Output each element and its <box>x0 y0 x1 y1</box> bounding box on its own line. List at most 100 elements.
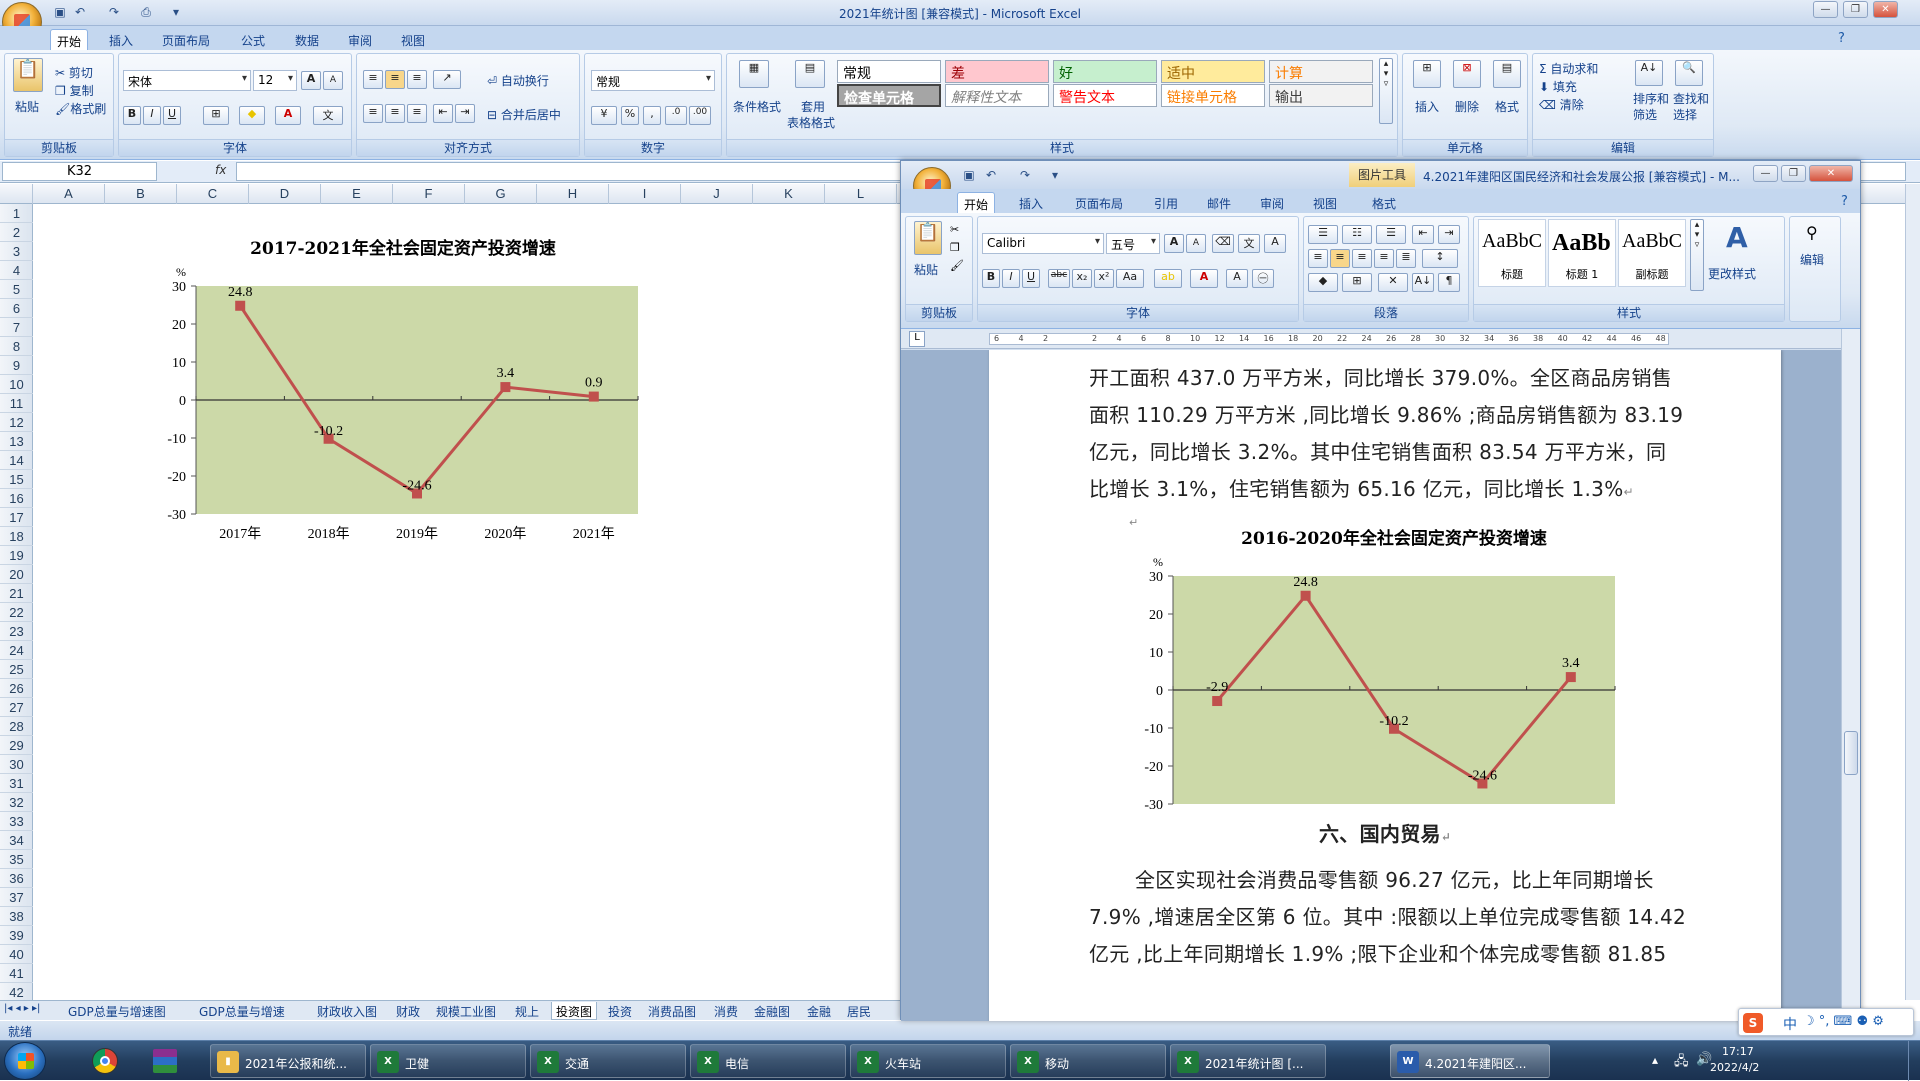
word-tab-home[interactable]: 开始 <box>957 192 996 213</box>
row-header[interactable]: 4 <box>0 261 33 280</box>
sheet-tab[interactable]: 投资图 <box>551 1002 598 1020</box>
align-left-icon[interactable]: ≡ <box>363 104 383 123</box>
word-minimize-button[interactable]: — <box>1753 165 1778 182</box>
char-shading-icon[interactable]: A <box>1226 269 1248 288</box>
restore-button[interactable]: ❐ <box>1843 1 1868 18</box>
font-color-icon[interactable]: A <box>275 106 301 125</box>
row-header[interactable]: 38 <box>0 907 33 926</box>
word-qat-dropdown-icon[interactable]: ▾ <box>1047 168 1063 183</box>
scrollbar-thumb[interactable] <box>1844 731 1858 775</box>
row-header[interactable]: 32 <box>0 793 33 812</box>
delete-cells-button[interactable]: 删除 <box>1455 98 1479 115</box>
row-header[interactable]: 41 <box>0 964 33 983</box>
increase-decimal-icon[interactable]: .0 <box>665 106 687 125</box>
word-save-icon[interactable]: ▣ <box>961 168 977 183</box>
enclose-char-icon[interactable]: ㊀ <box>1252 269 1274 288</box>
word-tab-format[interactable]: 格式 <box>1366 192 1402 213</box>
show-desktop-button[interactable] <box>1908 1041 1920 1081</box>
row-header[interactable]: 33 <box>0 812 33 831</box>
horizontal-ruler[interactable]: L 6 4 2 2 4 6 8 10 12 14 16 18 20 22 24 26 28 30 32 34 36 38 4… <box>901 329 1860 349</box>
row-header[interactable]: 16 <box>0 489 33 508</box>
taskbar-task[interactable]: ▮ 2021年公报和统... <box>210 1044 366 1078</box>
table-format-button-2[interactable]: 表格格式 <box>787 114 835 131</box>
row-header[interactable]: 24 <box>0 641 33 660</box>
sort-filter-button-2[interactable]: 筛选 <box>1633 106 1657 123</box>
align-right-icon[interactable]: ≡ <box>407 104 427 123</box>
word-italic-button[interactable]: I <box>1002 269 1020 288</box>
name-box[interactable]: K32 <box>2 162 157 181</box>
sheet-tab[interactable]: 投资 <box>604 1002 636 1020</box>
sort-icon[interactable]: A↓ <box>1412 273 1434 292</box>
word-format-painter-icon[interactable]: 🖌 <box>950 259 964 272</box>
underline-button[interactable]: U <box>163 106 181 125</box>
minimize-button[interactable]: — <box>1813 1 1838 18</box>
cell-style-swatch[interactable]: 差 <box>945 60 1049 83</box>
show-hidden-icons[interactable]: ▴ <box>1652 1053 1658 1067</box>
char-border-icon[interactable]: A <box>1264 234 1286 253</box>
save-icon[interactable]: ▣ <box>52 5 68 20</box>
cell-style-swatch[interactable]: 常规 <box>837 60 941 83</box>
justify-icon[interactable]: ≡ <box>1374 249 1394 268</box>
row-header[interactable]: 30 <box>0 755 33 774</box>
paste-button[interactable]: 粘贴 <box>15 98 39 115</box>
insert-cells-icon[interactable]: ⊞ <box>1413 60 1441 88</box>
align-top-icon[interactable]: ≡ <box>363 70 383 89</box>
word-tab-view[interactable]: 视图 <box>1307 192 1343 213</box>
row-header[interactable]: 27 <box>0 698 33 717</box>
row-header[interactable]: 13 <box>0 432 33 451</box>
orientation-icon[interactable]: ↗ <box>433 70 461 89</box>
row-header[interactable]: 21 <box>0 584 33 603</box>
row-header[interactable]: 23 <box>0 622 33 641</box>
comma-icon[interactable]: , <box>643 106 661 125</box>
tab-formulas[interactable]: 公式 <box>235 29 271 50</box>
word-decrease-indent-icon[interactable]: ⇤ <box>1412 225 1434 244</box>
word-paste-icon[interactable]: 📋 <box>914 221 942 255</box>
excel-chart[interactable]: 2017-2021年全社会固定资产投资增速% 30 20 10 0 -10 -20 -30 20… <box>150 226 670 556</box>
clock-date[interactable]: 2022/4/2 <box>1710 1061 1759 1074</box>
word-tab-review[interactable]: 审阅 <box>1254 192 1290 213</box>
word-undo-icon[interactable]: ↶ <box>983 168 999 183</box>
clear-format-icon[interactable]: ⌫ <box>1212 234 1234 253</box>
bullets-icon[interactable]: ☰ <box>1308 225 1338 244</box>
font-name-combo[interactable]: 宋体 <box>123 70 251 91</box>
row-header[interactable]: 36 <box>0 869 33 888</box>
find-select-button-1[interactable]: 查找和 <box>1673 90 1709 107</box>
find-select-button-2[interactable]: 选择 <box>1673 106 1697 123</box>
currency-icon[interactable]: ¥ <box>591 106 617 125</box>
fill-button[interactable]: ⬇ 填充 <box>1539 78 1577 95</box>
word-tab-page-layout[interactable]: 页面布局 <box>1069 192 1129 213</box>
cell-style-swatch[interactable]: 好 <box>1053 60 1157 83</box>
sheet-tab[interactable]: 金融图 <box>750 1002 794 1020</box>
column-header[interactable]: A <box>33 184 105 204</box>
format-cells-button[interactable]: 格式 <box>1495 98 1519 115</box>
line-spacing-icon[interactable]: ↕ <box>1422 249 1458 268</box>
table-format-button-1[interactable]: 套用 <box>801 98 825 115</box>
italic-button[interactable]: I <box>143 106 161 125</box>
tab-data[interactable]: 数据 <box>289 29 325 50</box>
fx-icon[interactable]: fx <box>215 163 226 177</box>
sheet-tab[interactable]: 规模工业图 <box>432 1002 500 1020</box>
taskbar-task[interactable]: X 2021年统计图 [... <box>1170 1044 1326 1078</box>
start-button[interactable] <box>4 1042 46 1080</box>
grow-font-icon[interactable]: A <box>301 71 321 90</box>
word-tab-references[interactable]: 引用 <box>1148 192 1184 213</box>
column-header[interactable]: H <box>537 184 609 204</box>
change-case-icon[interactable]: Aa <box>1116 269 1144 288</box>
paste-icon[interactable]: 📋 <box>13 58 43 92</box>
ime-mode[interactable]: 中 <box>1783 1014 1797 1034</box>
sheet-tab[interactable]: GDP总量与增速 <box>195 1002 289 1020</box>
gallery-more-icon[interactable]: ▴ ▾ ▿ <box>1379 58 1393 124</box>
row-header[interactable]: 25 <box>0 660 33 679</box>
sheet-nav-icon[interactable]: |◂ ◂ ▸ ▸| <box>4 1003 40 1014</box>
tab-selector-icon[interactable]: L <box>909 331 925 347</box>
word-underline-button[interactable]: U <box>1022 269 1040 288</box>
increase-indent-icon[interactable]: ⇥ <box>455 104 475 123</box>
word-increase-indent-icon[interactable]: ⇥ <box>1438 225 1460 244</box>
taskbar-task[interactable]: X 交通 <box>530 1044 686 1078</box>
word-tab-insert[interactable]: 插入 <box>1013 192 1049 213</box>
column-header[interactable]: C <box>177 184 249 204</box>
para-border-icon[interactable]: ⊞ <box>1342 273 1372 292</box>
cell-style-swatch[interactable]: 检查单元格 <box>837 84 941 107</box>
word-editing-button[interactable]: 编辑 <box>1800 251 1824 268</box>
chrome-pinned-icon[interactable] <box>80 1044 130 1078</box>
